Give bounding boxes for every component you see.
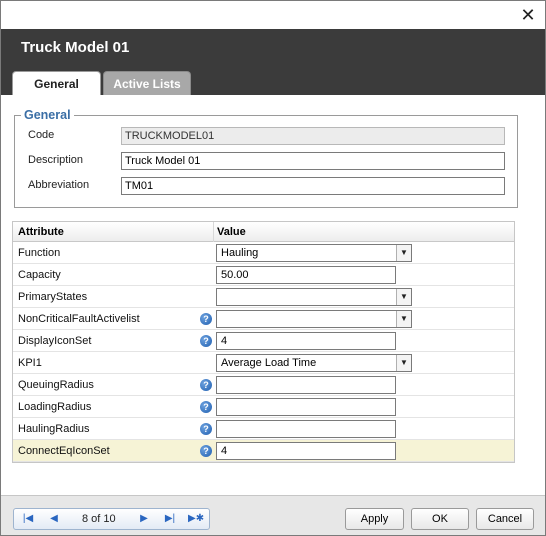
help-icon[interactable]: ? — [200, 423, 212, 435]
general-legend: General — [24, 108, 71, 122]
dropdown-arrow-icon[interactable]: ▼ — [396, 245, 411, 261]
new-record-icon[interactable]: ▶✱ — [188, 512, 204, 526]
grid-header: Attribute Value — [13, 222, 514, 242]
table-row[interactable]: QueuingRadius ? — [13, 374, 514, 396]
combo-value: Hauling — [221, 247, 259, 259]
table-row[interactable]: DisplayIconSet ? 4 — [13, 330, 514, 352]
table-row[interactable]: HaulingRadius ? — [13, 418, 514, 440]
table-row[interactable]: NonCriticalFaultActivelist ? ▼ — [13, 308, 514, 330]
next-page-icon[interactable]: ▶ — [136, 512, 152, 526]
value-column-header: Value — [217, 226, 246, 238]
table-row[interactable]: PrimaryStates ▼ — [13, 286, 514, 308]
dropdown-arrow-icon[interactable]: ▼ — [396, 311, 411, 327]
table-row[interactable]: Function Hauling ▼ — [13, 242, 514, 264]
function-combo[interactable]: Hauling ▼ — [216, 244, 412, 262]
code-label: Code — [28, 129, 55, 141]
help-icon[interactable]: ? — [200, 379, 212, 391]
table-row[interactable]: LoadingRadius ? — [13, 396, 514, 418]
hauling-radius-input[interactable] — [216, 420, 396, 438]
kpi1-combo[interactable]: Average Load Time ▼ — [216, 354, 412, 372]
help-icon[interactable]: ? — [200, 313, 212, 325]
pager: |◀ ◀ 8 of 10 ▶ ▶| ▶✱ — [13, 508, 210, 530]
first-page-icon[interactable]: |◀ — [20, 512, 36, 526]
row-attribute: PrimaryStates — [18, 291, 88, 303]
column-divider — [213, 222, 214, 242]
combo-value: Average Load Time — [221, 357, 317, 369]
noncritical-fault-activelist-combo[interactable]: ▼ — [216, 310, 412, 328]
capacity-input[interactable]: 50.00 — [216, 266, 396, 284]
help-icon[interactable]: ? — [200, 335, 212, 347]
dropdown-arrow-icon[interactable]: ▼ — [396, 355, 411, 371]
page-title: Truck Model 01 — [21, 39, 130, 56]
last-page-icon[interactable]: ▶| — [162, 512, 178, 526]
row-attribute: QueuingRadius — [18, 379, 94, 391]
row-attribute: NonCriticalFaultActivelist — [18, 313, 140, 325]
attribute-grid: Attribute Value Function Hauling ▼ Capac… — [12, 221, 515, 463]
header: Truck Model 01 General Active Lists — [1, 29, 545, 97]
help-icon[interactable]: ? — [200, 401, 212, 413]
description-label: Description — [28, 154, 84, 166]
dropdown-arrow-icon[interactable]: ▼ — [396, 289, 411, 305]
abbreviation-field[interactable]: TM01 — [121, 177, 505, 195]
row-attribute: KPI1 — [18, 357, 42, 369]
ok-button[interactable]: OK — [411, 508, 469, 530]
content-area: General Code TRUCKMODEL01 Description Tr… — [1, 95, 545, 495]
description-field[interactable]: Truck Model 01 — [121, 152, 505, 170]
tab-general[interactable]: General — [12, 71, 101, 97]
code-field: TRUCKMODEL01 — [121, 127, 505, 145]
row-attribute: LoadingRadius — [18, 401, 92, 413]
row-attribute: Capacity — [18, 269, 61, 281]
previous-page-icon[interactable]: ◀ — [46, 512, 62, 526]
primary-states-combo[interactable]: ▼ — [216, 288, 412, 306]
footer: |◀ ◀ 8 of 10 ▶ ▶| ▶✱ Apply OK Cancel — [1, 495, 545, 535]
tab-active-lists[interactable]: Active Lists — [103, 71, 191, 96]
apply-button[interactable]: Apply — [345, 508, 404, 530]
page-count: 8 of 10 — [82, 513, 116, 525]
table-row[interactable]: KPI1 Average Load Time ▼ — [13, 352, 514, 374]
table-row[interactable]: ConnectEqIconSet ? 4 — [13, 440, 514, 462]
close-icon[interactable]: ✕ — [517, 4, 539, 26]
loading-radius-input[interactable] — [216, 398, 396, 416]
title-bar: ✕ — [1, 1, 545, 29]
cancel-button[interactable]: Cancel — [476, 508, 534, 530]
row-attribute: HaulingRadius — [18, 423, 90, 435]
table-row[interactable]: Capacity 50.00 — [13, 264, 514, 286]
abbreviation-label: Abbreviation — [28, 179, 90, 191]
row-attribute: Function — [18, 247, 61, 259]
help-icon[interactable]: ? — [200, 445, 212, 457]
row-attribute: ConnectEqIconSet — [18, 445, 110, 457]
connect-eq-icon-set-input[interactable]: 4 — [216, 442, 396, 460]
queuing-radius-input[interactable] — [216, 376, 396, 394]
display-icon-set-input[interactable]: 4 — [216, 332, 396, 350]
attribute-column-header: Attribute — [18, 226, 64, 238]
dialog: ✕ Truck Model 01 General Active Lists Ge… — [0, 0, 546, 536]
row-attribute: DisplayIconSet — [18, 335, 92, 347]
